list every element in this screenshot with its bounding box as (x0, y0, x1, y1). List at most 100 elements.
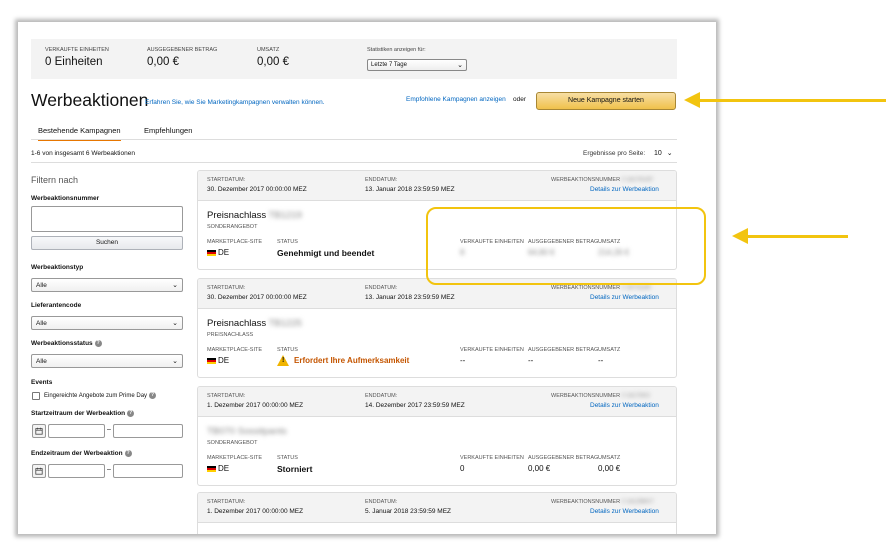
filter-title: Filtern nach (31, 175, 79, 185)
spend-label: AUSGEGEBENER BETRAG (147, 47, 218, 53)
end-range-from-input[interactable] (48, 464, 105, 478)
start-value: 30. Dezember 2017 00:00:00 MEZ (207, 294, 307, 301)
revenue-label: UMSATZ (257, 47, 280, 53)
start-label: STARTDATUM: (207, 393, 246, 399)
spend-value: -- (528, 356, 534, 365)
end-value: 13. Januar 2018 23:59:59 MEZ (365, 186, 455, 193)
status-label: STATUS (277, 455, 298, 461)
calendar-icon[interactable] (32, 424, 46, 438)
marketplace-label: MARKETPLACE-SITE (207, 239, 263, 245)
end-label: ENDDATUM: (365, 177, 398, 183)
units-value: -- (460, 356, 466, 365)
per-page-value: 10 (654, 150, 662, 157)
campaign-title: Preisnachlass TB1219 (207, 210, 302, 221)
de-flag-icon (207, 358, 216, 364)
details-link[interactable]: Details zur Werbeaktion (590, 402, 659, 409)
prime-day-checkbox[interactable] (32, 392, 40, 400)
per-page-select[interactable]: 10 ⌄ (654, 149, 673, 157)
results-divider (31, 162, 677, 163)
promo-type-label: Werbeaktionstyp (31, 264, 84, 271)
highlight-box (426, 207, 706, 285)
promo-number-value: # 1A1Z8MV7 (621, 499, 654, 505)
start-label: STARTDATUM: (207, 285, 246, 291)
learn-link[interactable]: Erfahren Sie, wie Sie Marketingkampagnen… (145, 99, 325, 106)
info-icon[interactable]: ? (94, 340, 102, 347)
end-value: 13. Januar 2018 23:59:59 MEZ (365, 294, 455, 301)
campaign-card-header: STARTDATUM: 30. Dezember 2017 00:00:00 M… (198, 171, 676, 201)
campaign-title-id: TB1219 (268, 210, 302, 221)
supplier-code-select[interactable]: Alle ⌄ (31, 316, 183, 330)
chevron-down-icon: ⌄ (172, 320, 178, 327)
period-select[interactable]: Letzte 7 Tage ⌄ (367, 59, 467, 71)
end-value: 14. Dezember 2017 23:59:59 MEZ (365, 402, 465, 409)
start-value: 30. Dezember 2017 00:00:00 MEZ (207, 186, 307, 193)
period-select-value: Letzte 7 Tage (371, 62, 407, 68)
details-link[interactable]: Details zur Werbeaktion (590, 186, 659, 193)
status-value: Erfordert Ihre Aufmerksamkeit (294, 356, 410, 365)
marketplace-value: DE (218, 356, 230, 365)
spend-label: AUSGEGEBENER BETRAG (528, 455, 599, 461)
campaign-type: SONDERANGEBOT (207, 224, 258, 230)
details-link[interactable]: Details zur Werbeaktion (590, 294, 659, 301)
arrow-shaft (746, 235, 848, 238)
campaign-title-id: TB1225 (268, 318, 302, 329)
info-icon[interactable]: ? (124, 450, 132, 457)
promo-number-value: # 1A1Y5U2F (621, 177, 654, 183)
start-range-from-input[interactable] (48, 424, 105, 438)
stats-bar: VERKAUFTE EINHEITEN 0 Einheiten AUSGEGEB… (31, 39, 677, 79)
marketplace-value: DE (218, 464, 230, 473)
promo-number-value: # 1B7GQ4K (621, 285, 652, 291)
promo-number-header-label: WERBEAKTIONSNUMMER (551, 177, 621, 183)
revenue-value: 0,00 € (598, 464, 621, 473)
units-value: 0 (460, 464, 465, 473)
end-range-label: Endzeitraum der Werbeaktion? (31, 450, 132, 457)
promo-type-select[interactable]: Alle ⌄ (31, 278, 183, 292)
units-label: VERKAUFTE EINHEITEN (45, 47, 109, 53)
end-range-label-text: Endzeitraum der Werbeaktion (31, 450, 123, 458)
arrow-shaft (698, 99, 886, 102)
end-range-to-input[interactable] (113, 464, 183, 478)
results-summary: 1-6 von insgesamt 6 Werbeaktionen (31, 150, 135, 157)
calendar-icon[interactable] (32, 464, 46, 478)
campaign-title-text: Preisnachlass (207, 210, 267, 221)
campaign-type: SONDERANGEBOT (207, 440, 258, 446)
end-label: ENDDATUM: (365, 499, 398, 505)
start-range-to-input[interactable] (113, 424, 183, 438)
promo-type-value: Alle (36, 282, 47, 289)
start-label: STARTDATUM: (207, 499, 246, 505)
units-value: 0 Einheiten (45, 56, 103, 68)
spend-value: 0,00 € (528, 464, 551, 473)
recommended-campaigns-link[interactable]: Empfohlene Kampagnen anzeigen (406, 96, 506, 103)
units-label: VERKAUFTE EINHEITEN (460, 347, 524, 353)
info-icon[interactable]: ? (127, 410, 135, 417)
campaign-card-header: STARTDATUM: 1. Dezember 2017 00:00:00 ME… (198, 493, 676, 523)
details-link[interactable]: Details zur Werbeaktion (590, 508, 659, 515)
promo-number-header: WERBEAKTIONSNUMMER # 1B7GQ4K (551, 285, 651, 291)
search-button[interactable]: Suchen (31, 236, 183, 250)
status-label: STATUS (277, 239, 298, 245)
units-label: VERKAUFTE EINHEITEN (460, 455, 524, 461)
new-campaign-button[interactable]: Neue Kampagne starten (536, 92, 676, 110)
promo-number-label: Werbeaktionsnummer (31, 195, 100, 202)
start-value: 1. Dezember 2017 00:00:00 MEZ (207, 508, 304, 515)
promo-status-select[interactable]: Alle ⌄ (31, 354, 183, 368)
status-value: Genehmigt und beendet (277, 248, 375, 258)
marketplace-label: MARKETPLACE-SITE (207, 347, 263, 353)
events-label: Events (31, 379, 53, 386)
campaign-card: STARTDATUM: 30. Dezember 2017 00:00:00 M… (197, 278, 677, 378)
tabs-divider (31, 139, 677, 140)
revenue-value: -- (598, 356, 604, 365)
status-value: Storniert (277, 464, 313, 474)
start-range-label-text: Startzeitraum der Werbeaktion (31, 410, 126, 418)
chevron-down-icon: ⌄ (172, 358, 178, 365)
chevron-down-icon: ⌄ (666, 150, 673, 157)
promo-number-value: # 1A17DK3 (621, 393, 650, 399)
start-label: STARTDATUM: (207, 177, 246, 183)
info-icon[interactable]: ? (149, 392, 157, 399)
supplier-code-label: Lieferantencode (31, 302, 82, 309)
tab-recommendations[interactable]: Empfehlungen (144, 126, 192, 135)
promo-number-header-label: WERBEAKTIONSNUMMER (551, 499, 621, 505)
promo-status-label: Werbeaktionsstatus? (31, 340, 102, 347)
promo-number-input[interactable] (31, 206, 183, 232)
campaign-card-header: STARTDATUM: 1. Dezember 2017 00:00:00 ME… (198, 387, 676, 417)
